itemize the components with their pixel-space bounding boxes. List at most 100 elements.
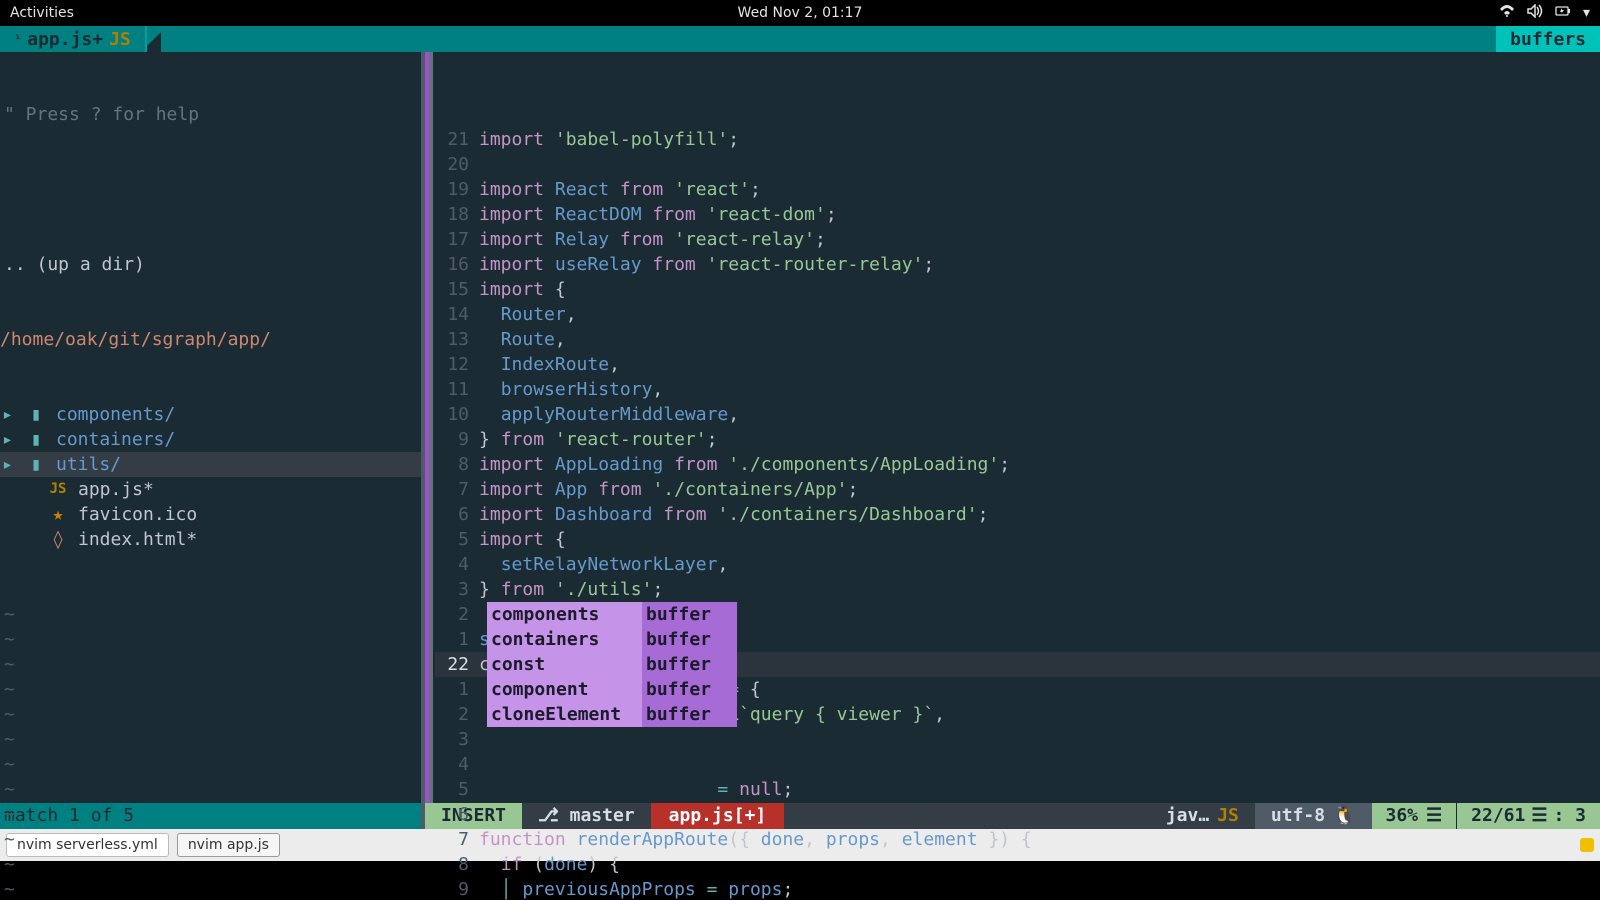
code-line[interactable]: 21import 'babel-polyfill'; (435, 127, 1600, 152)
code-token (696, 204, 707, 225)
code-line[interactable]: 17import Relay from 'react-relay'; (435, 227, 1600, 252)
tree-file-item[interactable]: ◊index.html* (0, 527, 421, 552)
code-line[interactable]: 19import React from 'react'; (435, 177, 1600, 202)
code-token (566, 829, 577, 850)
line-number: 5 (435, 777, 479, 802)
tree-file-item[interactable]: ★favicon.ico (0, 502, 421, 527)
code-line[interactable]: 20 (435, 152, 1600, 177)
line-number: 4 (435, 752, 479, 777)
code-token (544, 479, 555, 500)
code-token (479, 554, 501, 575)
buffer-tab-index: ¹ (14, 32, 21, 46)
code-line[interactable]: 8 if (done) { (435, 852, 1600, 877)
tree-dir-item[interactable]: ▸▮containers/ (0, 427, 421, 452)
buffer-tab-active[interactable]: ¹ app.js+ JS (0, 26, 147, 52)
code-token (663, 229, 674, 250)
completion-item[interactable]: componentbuffer (487, 677, 737, 702)
completion-item[interactable]: cloneElementbuffer (487, 702, 737, 727)
completion-popup[interactable]: componentsbuffercontainersbufferconstbuf… (487, 602, 737, 727)
tree-file-item[interactable]: JS app.js* (0, 477, 421, 502)
tree-dir-item[interactable]: ▸▮utils/ (0, 452, 421, 477)
code-line[interactable]: 4 setRelayNetworkLayer, (435, 552, 1600, 577)
folder-icon: ▮ (26, 452, 46, 477)
completion-item[interactable]: componentsbuffer (487, 602, 737, 627)
code-token: from (620, 179, 663, 200)
code-token: = (707, 879, 718, 900)
code-token: props (826, 829, 880, 850)
code-token: import (479, 454, 544, 475)
code-pane[interactable]: 21import 'babel-polyfill';2019import Rea… (425, 52, 1600, 803)
code-token: , (880, 829, 902, 850)
completion-item[interactable]: constbuffer (487, 652, 737, 677)
code-token: props (728, 879, 782, 900)
code-token: done (544, 854, 587, 875)
tree-item-label: favicon.ico (78, 502, 197, 527)
chevron-down-icon[interactable]: ▾ (1583, 5, 1590, 21)
code-line[interactable]: 11 browserHistory, (435, 377, 1600, 402)
battery-icon[interactable] (1555, 4, 1571, 22)
code-token: App (555, 479, 588, 500)
chevron-right-icon (24, 477, 38, 502)
code-token: , (652, 379, 663, 400)
code-token: 'react-relay' (674, 229, 815, 250)
code-line[interactable]: 10 applyRouterMiddleware, (435, 402, 1600, 427)
file-icon: JS (48, 477, 68, 502)
code-token: , (728, 404, 739, 425)
tree-updir[interactable]: .. (up a dir) (0, 252, 421, 277)
code-token: './utils' (555, 579, 653, 600)
wifi-icon[interactable] (1499, 4, 1515, 22)
code-line[interactable]: 18import ReactDOM from 'react-dom'; (435, 202, 1600, 227)
code-token (544, 129, 555, 150)
line-number: 1 (435, 627, 479, 652)
empty-line-marker: ~ (0, 727, 421, 752)
code-line[interactable]: 6 (435, 802, 1600, 827)
code-token (479, 879, 501, 900)
code-line[interactable]: 9 │ previousAppProps = props; (435, 877, 1600, 900)
chevron-right-icon: ▸ (2, 427, 16, 452)
completion-item[interactable]: containersbuffer (487, 627, 737, 652)
line-number: 10 (435, 402, 479, 427)
chevron-right-icon: ▸ (2, 402, 16, 427)
code-line[interactable]: 8import AppLoading from './components/Ap… (435, 452, 1600, 477)
code-line[interactable]: 9} from 'react-router'; (435, 427, 1600, 452)
code-token: import (479, 254, 544, 275)
file-tree[interactable]: " Press ? for help .. (up a dir) /home/o… (0, 52, 425, 803)
code-line[interactable]: 4 (435, 752, 1600, 777)
code-token: ; (978, 504, 989, 525)
line-number: 18 (435, 202, 479, 227)
code-line[interactable]: 7function renderAppRoute({ done, props, … (435, 827, 1600, 852)
code-line[interactable]: 7import App from './containers/App'; (435, 477, 1600, 502)
completion-kind: buffer (642, 627, 737, 652)
code-line[interactable]: 12 IndexRoute, (435, 352, 1600, 377)
code-line[interactable]: 6import Dashboard from './containers/Das… (435, 502, 1600, 527)
code-line[interactable]: 14 Router, (435, 302, 1600, 327)
buffers-button[interactable]: buffers (1496, 26, 1600, 52)
clock[interactable]: Wed Nov 2, 01:17 (738, 5, 863, 21)
code-line[interactable]: 5 = null; (435, 777, 1600, 802)
volume-icon[interactable] (1527, 4, 1543, 22)
code-token: ; (707, 429, 718, 450)
code-line[interactable]: 16import useRelay from 'react-router-rel… (435, 252, 1600, 277)
code-token: from (501, 429, 544, 450)
code-line[interactable]: 3 (435, 727, 1600, 752)
code-token: from (674, 454, 717, 475)
code-token (544, 429, 555, 450)
code-token: from (663, 504, 706, 525)
tree-item-label: app.js* (78, 477, 154, 502)
tree-dir-item[interactable]: ▸▮components/ (0, 402, 421, 427)
code-line[interactable]: 3} from './utils'; (435, 577, 1600, 602)
buffer-tabstrip: ¹ app.js+ JS buffers (0, 26, 1600, 52)
code-token: , (609, 354, 620, 375)
tree-item-label: containers/ (56, 427, 175, 452)
code-token: { (544, 279, 566, 300)
code-area[interactable]: 21import 'babel-polyfill';2019import Rea… (433, 52, 1600, 803)
line-number: 13 (435, 327, 479, 352)
code-line[interactable]: 5import { (435, 527, 1600, 552)
activities-button[interactable]: Activities (10, 5, 74, 21)
line-number: 9 (435, 877, 479, 900)
code-line[interactable]: 15import { (435, 277, 1600, 302)
line-number: 6 (435, 502, 479, 527)
code-token: ) { (587, 854, 620, 875)
code-token: ; (728, 129, 739, 150)
code-line[interactable]: 13 Route, (435, 327, 1600, 352)
